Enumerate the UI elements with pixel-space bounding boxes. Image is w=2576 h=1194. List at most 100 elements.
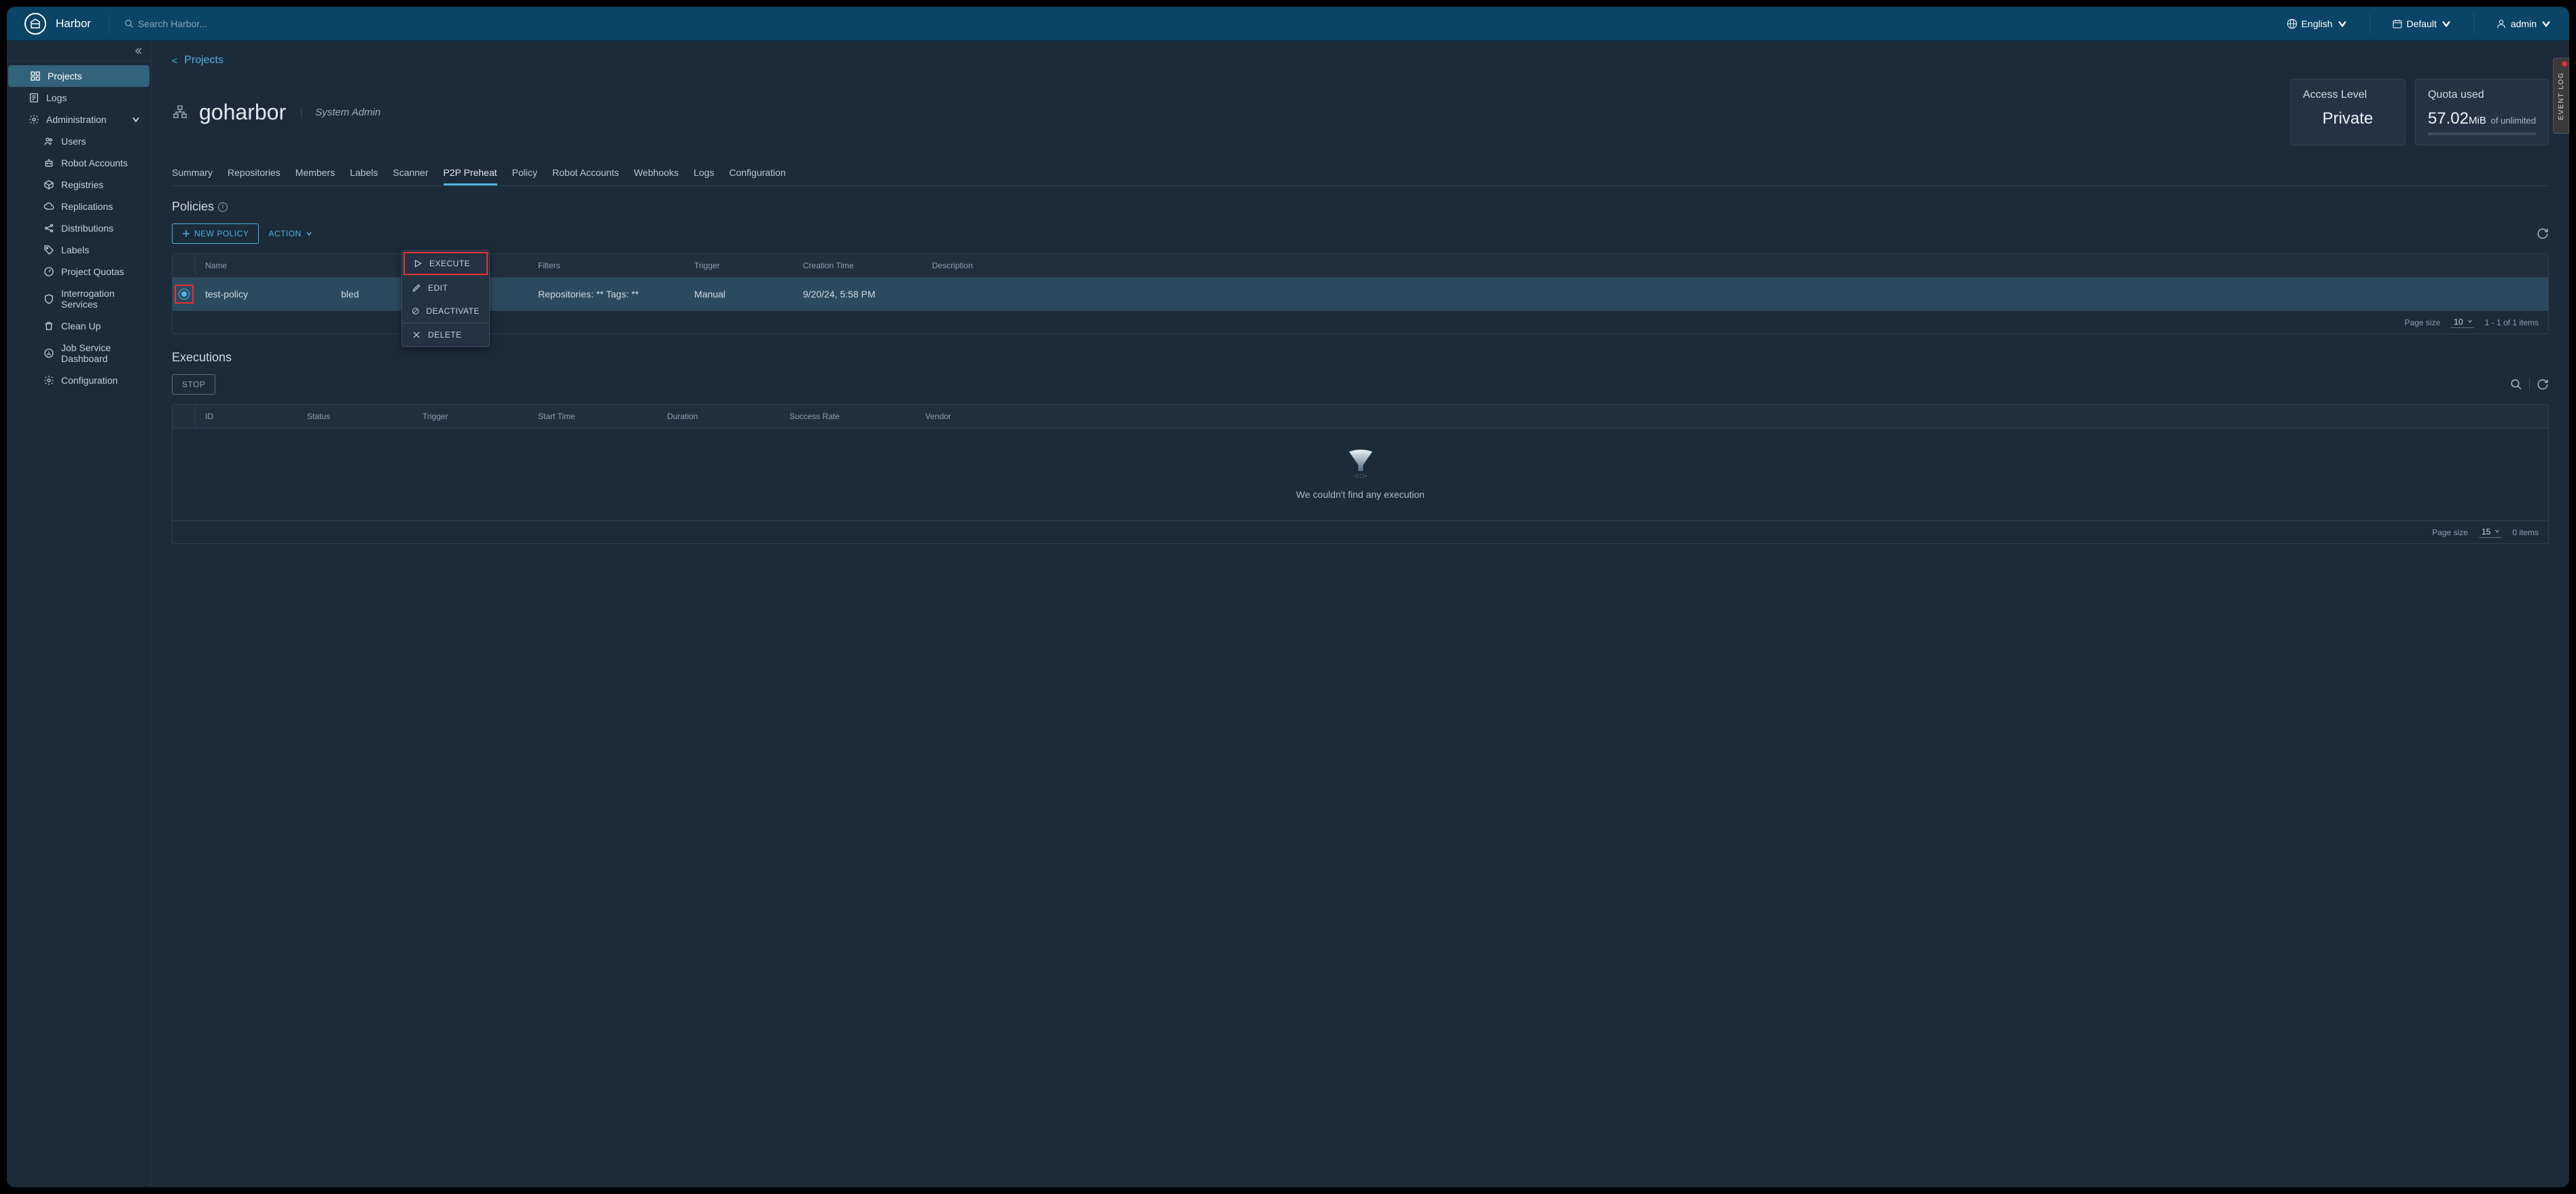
- tab-policy[interactable]: Policy: [512, 162, 537, 185]
- event-log-toggle[interactable]: EVENT LOG: [2553, 58, 2569, 134]
- tab-repositories[interactable]: Repositories: [228, 162, 281, 185]
- page-size-select[interactable]: 15: [2479, 526, 2501, 538]
- col-filters[interactable]: Filters: [529, 254, 685, 277]
- tab-webhooks[interactable]: Webhooks: [634, 162, 679, 185]
- harbor-logo-icon: [24, 13, 46, 35]
- stop-button[interactable]: STOP: [172, 374, 215, 395]
- row-radio-highlighted[interactable]: [175, 285, 194, 304]
- sidebar-item-label: Distributions: [61, 223, 113, 234]
- notification-dot-icon: [2562, 61, 2567, 67]
- action-execute[interactable]: EXECUTE: [404, 252, 488, 275]
- tab-configuration[interactable]: Configuration: [729, 162, 785, 185]
- chevron-down-icon: [130, 114, 141, 125]
- radio-icon: [179, 289, 190, 300]
- tab-members[interactable]: Members: [296, 162, 335, 185]
- quota-bar: [2428, 132, 2536, 135]
- trash-icon: [43, 321, 54, 331]
- tab-labels[interactable]: Labels: [350, 162, 378, 185]
- new-policy-button[interactable]: NEW POLICY: [172, 223, 259, 244]
- logs-icon: [29, 92, 39, 103]
- info-icon[interactable]: i: [218, 202, 228, 212]
- global-search[interactable]: [118, 18, 267, 29]
- sidebar-item-job-service[interactable]: Job Service Dashboard: [7, 337, 151, 369]
- brand-text: Harbor: [56, 17, 91, 31]
- user-menu[interactable]: admin: [2486, 18, 2561, 29]
- search-icon[interactable]: [2510, 378, 2522, 391]
- page-size-label: Page size: [2405, 318, 2441, 327]
- sidebar-item-interrogation[interactable]: Interrogation Services: [7, 283, 151, 315]
- col-status[interactable]: Status: [298, 405, 413, 428]
- sidebar-item-label: Registries: [61, 179, 103, 190]
- col-id[interactable]: ID: [196, 405, 298, 428]
- col-creation[interactable]: Creation Time: [793, 254, 923, 277]
- table-row[interactable]: test-policy bled d7y Repositories: ** Ta…: [173, 278, 2548, 310]
- theme-selector[interactable]: Default: [2382, 18, 2461, 29]
- tab-robot-accounts[interactable]: Robot Accounts: [552, 162, 619, 185]
- breadcrumb: < Projects: [172, 54, 2549, 67]
- tab-summary[interactable]: Summary: [172, 162, 213, 185]
- quota-suffix: of unlimited: [2491, 115, 2536, 126]
- sidebar-item-label: Logs: [46, 92, 67, 103]
- refresh-icon[interactable]: [2537, 228, 2549, 240]
- search-input[interactable]: [138, 18, 260, 29]
- cell-description: [923, 287, 2548, 301]
- chevron-down-icon: [2494, 528, 2500, 534]
- sidebar-item-label: Robot Accounts: [61, 158, 128, 168]
- sidebar-item-replications[interactable]: Replications: [7, 196, 151, 217]
- pagination-text: 1 - 1 of 1 items: [2485, 318, 2539, 327]
- sidebar-item-projects[interactable]: Projects: [8, 65, 149, 87]
- brand[interactable]: Harbor: [15, 13, 101, 35]
- col-start[interactable]: Start Time: [529, 405, 658, 428]
- sidebar-item-robot-accounts[interactable]: Robot Accounts: [7, 152, 151, 174]
- cell-creation: 9/20/24, 5:58 PM: [793, 282, 923, 306]
- quota-card: Quota used 57.02MiB of unlimited: [2415, 79, 2549, 145]
- sidebar-item-registries[interactable]: Registries: [7, 174, 151, 196]
- sidebar-item-project-quotas[interactable]: Project Quotas: [7, 261, 151, 283]
- tab-logs[interactable]: Logs: [694, 162, 714, 185]
- col-trigger[interactable]: Trigger: [685, 254, 793, 277]
- back-caret-icon[interactable]: <: [172, 55, 177, 66]
- sidebar-item-configuration[interactable]: Configuration: [7, 369, 151, 391]
- cell-filters: Repositories: ** Tags: **: [529, 282, 685, 306]
- tag-icon: [43, 245, 54, 255]
- sidebar-item-label: Administration: [46, 114, 107, 125]
- action-edit[interactable]: EDIT: [402, 276, 489, 300]
- sidebar-item-distributions[interactable]: Distributions: [7, 217, 151, 239]
- cloud-icon: [43, 201, 54, 212]
- sidebar-item-label: Replications: [61, 201, 113, 212]
- access-level-card: Access Level Private: [2290, 79, 2405, 145]
- language-selector[interactable]: English: [2277, 18, 2357, 29]
- pagination-text: 0 items: [2512, 528, 2539, 537]
- theme-label: Default: [2407, 18, 2437, 29]
- page-size-select[interactable]: 10: [2451, 316, 2473, 328]
- action-dropdown-button[interactable]: ACTION: [268, 229, 312, 238]
- users-icon: [43, 136, 54, 147]
- empty-text: We couldn't find any execution: [193, 489, 2528, 500]
- action-delete[interactable]: DELETE: [402, 323, 489, 346]
- access-level-value: Private: [2303, 109, 2393, 128]
- sidebar-item-users[interactable]: Users: [7, 130, 151, 152]
- refresh-icon[interactable]: [2537, 378, 2549, 391]
- sidebar-item-labels[interactable]: Labels: [7, 239, 151, 261]
- action-deactivate[interactable]: DEACTIVATE: [402, 300, 489, 323]
- col-vendor[interactable]: Vendor: [916, 405, 2548, 428]
- sidebar-item-administration[interactable]: Administration: [7, 109, 151, 130]
- sidebar-collapse[interactable]: [7, 41, 151, 61]
- col-description[interactable]: Description: [923, 254, 2548, 277]
- project-name: goharbor: [199, 100, 286, 125]
- chevron-down-icon: [2337, 18, 2348, 29]
- page-size-label: Page size: [2432, 528, 2468, 537]
- tab-scanner[interactable]: Scanner: [393, 162, 428, 185]
- chevron-down-icon: [2541, 18, 2552, 29]
- col-trigger[interactable]: Trigger: [413, 405, 529, 428]
- col-duration[interactable]: Duration: [658, 405, 780, 428]
- tab-p2p-preheat[interactable]: P2P Preheat: [444, 162, 497, 185]
- breadcrumb-projects[interactable]: Projects: [184, 54, 223, 67]
- col-name[interactable]: Name: [196, 254, 332, 277]
- empty-state: We couldn't find any execution: [173, 429, 2548, 520]
- quota-value: 57.02: [2428, 109, 2469, 128]
- sidebar-item-cleanup[interactable]: Clean Up: [7, 315, 151, 337]
- col-success[interactable]: Success Rate: [780, 405, 916, 428]
- sidebar-item-logs[interactable]: Logs: [7, 87, 151, 109]
- search-icon: [124, 19, 134, 29]
